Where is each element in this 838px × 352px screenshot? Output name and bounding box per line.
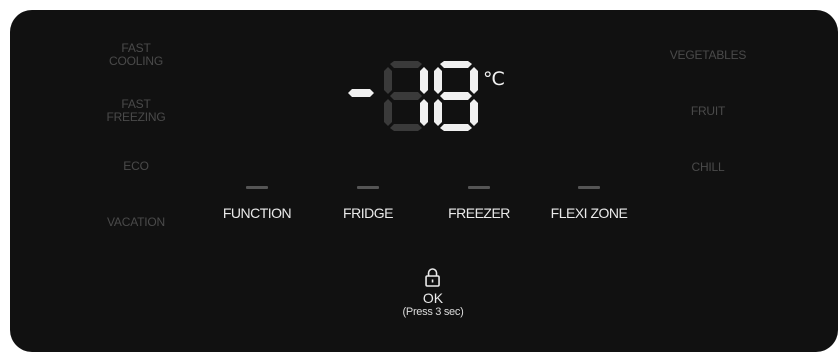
- lock-icon: [425, 268, 441, 287]
- selector-freezer[interactable]: FREEZER: [419, 186, 539, 221]
- digit-tens: [384, 61, 428, 131]
- mode-label-line1: ECO: [123, 159, 149, 173]
- selector-label: FUNCTION: [222, 205, 292, 221]
- mode-label: VEGETABLES: [669, 48, 747, 62]
- temperature-display: [344, 61, 478, 131]
- mode-fast-cooling[interactable]: FAST COOLING: [109, 42, 163, 68]
- mode-chill[interactable]: CHILL: [691, 161, 724, 174]
- mode-vacation[interactable]: VACATION: [107, 216, 165, 229]
- selector-indicator: [578, 186, 600, 189]
- digit-ones: [434, 61, 478, 131]
- selector-indicator: [246, 186, 268, 189]
- selector-label: FLEXI ZONE: [550, 205, 628, 221]
- selector-fridge[interactable]: FRIDGE: [308, 186, 428, 221]
- minus-segment: [348, 89, 374, 97]
- mode-fruit[interactable]: FRUIT: [690, 104, 726, 118]
- ok-hint: (Press 3 sec): [402, 306, 464, 318]
- selector-flexi-zone[interactable]: FLEXI ZONE: [529, 186, 649, 221]
- temperature-digits: [348, 61, 478, 131]
- mode-vegetables[interactable]: VEGETABLES: [669, 48, 747, 62]
- mode-label-line2: FREEZING: [106, 110, 166, 124]
- ok-label: OK: [422, 290, 444, 306]
- mode-label: FRUIT: [690, 104, 726, 118]
- lock-ok-button[interactable]: OK (Press 3 sec): [403, 268, 464, 319]
- mode-label: CHILL: [691, 160, 725, 174]
- temperature-unit: °C: [483, 68, 505, 90]
- selector-label: FREEZER: [448, 205, 510, 221]
- selector-indicator: [468, 186, 490, 189]
- mode-fast-freezing[interactable]: FAST FREEZING: [106, 98, 165, 124]
- mode-eco[interactable]: ECO: [123, 159, 149, 173]
- selector-label: FRIDGE: [343, 205, 393, 221]
- selector-function[interactable]: FUNCTION: [197, 186, 317, 221]
- mode-label-line1: VACATION: [107, 215, 165, 229]
- mode-label-line2: COOLING: [109, 54, 163, 68]
- control-panel: FAST COOLING FAST FREEZING ECO VACATION …: [10, 10, 838, 352]
- selector-indicator: [357, 186, 379, 189]
